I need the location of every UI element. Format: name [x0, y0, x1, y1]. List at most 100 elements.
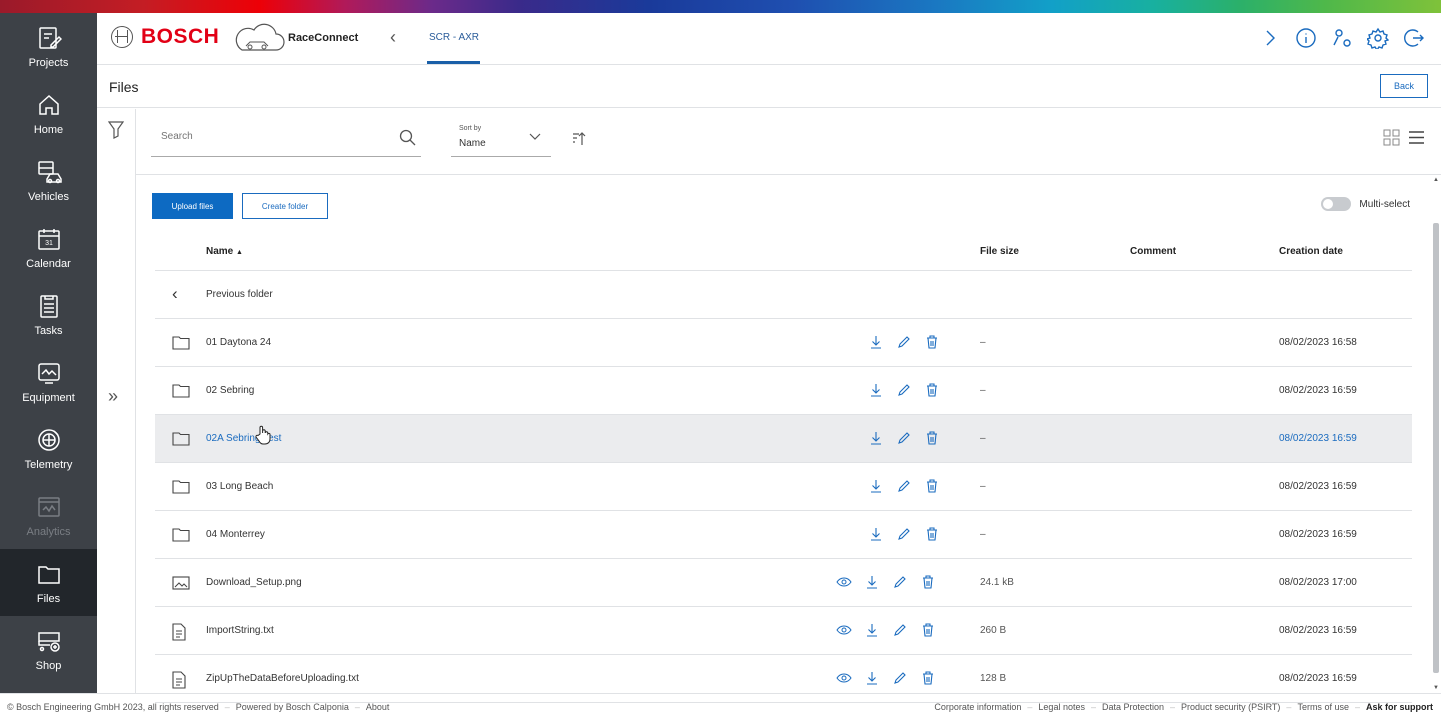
list-view-icon[interactable]	[1408, 129, 1425, 146]
sidebar-item-label: Calendar	[26, 257, 71, 270]
table-row[interactable]: 01 Daytona 24 – 08/02/2023 16:58	[155, 319, 1412, 367]
download-icon[interactable]	[868, 526, 884, 542]
back-chevron-icon[interactable]: ‹	[390, 27, 396, 48]
creation-date: 08/02/2023 16:59	[1279, 481, 1357, 492]
preview-icon[interactable]	[836, 670, 852, 686]
sidebar-item-vehicles[interactable]: Vehicles	[0, 147, 97, 214]
preview-icon[interactable]	[836, 622, 852, 638]
supergraphic-bar	[0, 0, 1441, 13]
filter-icon[interactable]	[108, 121, 124, 139]
sidebar-item-projects[interactable]: Projects	[0, 13, 97, 80]
download-icon[interactable]	[868, 430, 884, 446]
folder-icon	[172, 431, 190, 450]
sidebar-item-files[interactable]: Files	[0, 549, 97, 616]
table-row[interactable]: 03 Long Beach – 08/02/2023 16:59	[155, 463, 1412, 511]
file-size: –	[980, 385, 986, 396]
search-input[interactable]	[161, 131, 381, 142]
toggle-switch[interactable]	[1321, 197, 1352, 211]
multiselect-label: Multi-select	[1359, 198, 1410, 210]
footer-link-calponia[interactable]: Powered by Bosch Calponia	[236, 702, 349, 712]
sidebar-item-equipment[interactable]: Equipment	[0, 348, 97, 415]
user-settings-icon[interactable]	[1331, 27, 1353, 49]
calendar-icon: 31	[37, 228, 60, 250]
scroll-up-icon[interactable]: ▲	[1433, 177, 1439, 183]
column-header-size[interactable]: File size	[980, 246, 1019, 257]
create-folder-button[interactable]: Create folder	[242, 193, 328, 219]
edit-icon[interactable]	[896, 430, 912, 446]
row-actions	[836, 574, 936, 590]
delete-icon[interactable]	[920, 670, 936, 686]
scroll-down-icon[interactable]: ▼	[1433, 685, 1439, 691]
chevron-right-icon[interactable]	[1259, 27, 1281, 49]
footer-left: © Bosch Engineering GmbH 2023, all right…	[7, 702, 390, 712]
edit-icon[interactable]	[896, 334, 912, 350]
footer-link-psirt[interactable]: Product security (PSIRT)	[1181, 702, 1280, 712]
scroll-thumb[interactable]	[1433, 223, 1439, 673]
file-name[interactable]: 04 Monterrey	[206, 529, 265, 540]
table-row[interactable]: 02 Sebring – 08/02/2023 16:59	[155, 367, 1412, 415]
delete-icon[interactable]	[924, 478, 940, 494]
column-header-name[interactable]: Name ▲	[206, 246, 243, 257]
sidebar-item-label: Shop	[35, 659, 62, 672]
previous-folder-row[interactable]: ‹ Previous folder	[155, 271, 1412, 319]
footer-link-legal[interactable]: Legal notes	[1038, 702, 1085, 712]
upload-files-button[interactable]: Upload files	[152, 193, 233, 219]
footer-link-terms[interactable]: Terms of use	[1297, 702, 1349, 712]
edit-icon[interactable]	[896, 478, 912, 494]
delete-icon[interactable]	[924, 382, 940, 398]
sidebar-item-home[interactable]: Home	[0, 80, 97, 147]
table-row[interactable]: 04 Monterrey – 08/02/2023 16:59	[155, 511, 1412, 559]
scrollbar[interactable]: ▲ ▼	[1431, 175, 1441, 693]
download-icon[interactable]	[868, 382, 884, 398]
file-name[interactable]: ZipUpTheDataBeforeUploading.txt	[206, 673, 359, 684]
footer-link-about[interactable]: About	[366, 702, 390, 712]
table-row[interactable]: Download_Setup.png 24.1 kB 08/02/2023 17:0…	[155, 559, 1412, 607]
row-actions	[868, 526, 940, 542]
delete-icon[interactable]	[920, 574, 936, 590]
gear-icon[interactable]	[1367, 27, 1389, 49]
sidebar-item-shop[interactable]: Shop	[0, 616, 97, 683]
logout-icon[interactable]	[1403, 27, 1425, 49]
grid-view-icon[interactable]	[1383, 129, 1400, 146]
search-icon[interactable]	[399, 129, 417, 147]
tab-project[interactable]: SCR - AXR	[429, 32, 479, 43]
file-name[interactable]: 02 Sebring	[206, 385, 254, 396]
download-icon[interactable]	[868, 334, 884, 350]
delete-icon[interactable]	[924, 526, 940, 542]
expand-panel-icon[interactable]: »	[108, 386, 118, 407]
sidebar-item-telemetry[interactable]: Telemetry	[0, 415, 97, 482]
delete-icon[interactable]	[924, 430, 940, 446]
telemetry-icon	[37, 428, 60, 451]
table-row[interactable]: 02A Sebring Test –08/02/2023 16:59	[155, 415, 1412, 463]
footer-link-privacy[interactable]: Data Protection	[1102, 702, 1164, 712]
edit-icon[interactable]	[892, 574, 908, 590]
sort-dropdown[interactable]: Sort by Name	[451, 121, 551, 157]
file-name[interactable]: ImportString.txt	[206, 625, 274, 636]
sidebar-item-calendar[interactable]: 31 Calendar	[0, 214, 97, 281]
sort-direction-icon[interactable]	[572, 131, 586, 147]
edit-icon[interactable]	[896, 526, 912, 542]
file-name[interactable]: 01 Daytona 24	[206, 337, 271, 348]
footer-link-corporate[interactable]: Corporate information	[934, 702, 1021, 712]
download-icon[interactable]	[868, 478, 884, 494]
edit-icon[interactable]	[896, 382, 912, 398]
file-name[interactable]: Download_Setup.png	[206, 577, 302, 588]
sidebar-item-tasks[interactable]: Tasks	[0, 281, 97, 348]
download-icon[interactable]	[864, 670, 880, 686]
delete-icon[interactable]	[924, 334, 940, 350]
table-row[interactable]: ImportString.txt 260 B 08/02/2023 16:59	[155, 607, 1412, 655]
ask-for-support-link[interactable]: Ask for support	[1366, 702, 1433, 712]
delete-icon[interactable]	[920, 622, 936, 638]
info-icon[interactable]	[1295, 27, 1317, 49]
edit-icon[interactable]	[892, 622, 908, 638]
edit-icon[interactable]	[892, 670, 908, 686]
multiselect-toggle[interactable]: Multi-select	[1321, 197, 1410, 211]
preview-icon[interactable]	[836, 574, 852, 590]
download-icon[interactable]	[864, 622, 880, 638]
column-header-date[interactable]: Creation date	[1279, 246, 1343, 257]
column-header-comment[interactable]: Comment	[1130, 246, 1176, 257]
back-button[interactable]: Back	[1380, 74, 1428, 98]
file-name[interactable]: 03 Long Beach	[206, 481, 273, 492]
download-icon[interactable]	[864, 574, 880, 590]
active-tab-indicator	[427, 61, 480, 64]
